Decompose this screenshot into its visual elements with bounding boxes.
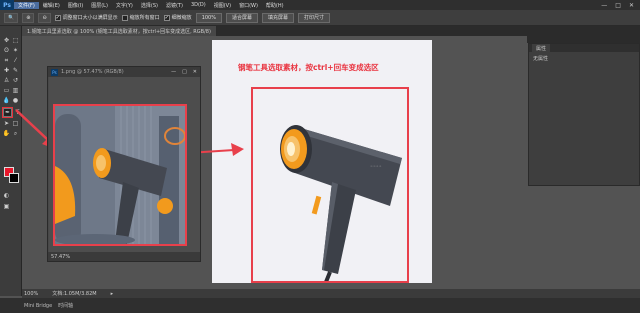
document-tabs: 1.钢笔工具里素选取 @ 100% (钢笔工具选取素材，按ctrl+回车变成选区…: [22, 26, 527, 36]
crop-tool-icon[interactable]: ⌗: [2, 56, 11, 65]
properties-panel-header: 属性: [529, 44, 639, 52]
options-bar: 🔍 ⊕ ⊖ ✓ 调整窗口大小以满屏显示 缩放所有窗口 ✓ 细微缩放 100% 适…: [0, 10, 640, 26]
menu-edit[interactable]: 编辑(E): [39, 2, 64, 9]
brush-tool-icon[interactable]: ✎: [11, 66, 20, 75]
menu-filter[interactable]: 滤镜(T): [162, 2, 187, 9]
minimize-icon[interactable]: —: [171, 69, 176, 75]
healing-brush-icon[interactable]: ✚: [2, 66, 11, 75]
menu-window[interactable]: 窗口(W): [235, 2, 262, 9]
maximize-button[interactable]: □: [615, 2, 621, 9]
zoom-level[interactable]: 100%: [24, 291, 38, 297]
floating-document-window[interactable]: Ps 1.png @ 57.47% (RGB/8) — □ ✕ 57.47%: [47, 66, 201, 262]
floating-window-canvas[interactable]: [49, 77, 200, 253]
ps-doc-icon: Ps: [51, 68, 58, 76]
bottom-panel-bar: Mini Bridge 时间轴: [0, 298, 640, 313]
tools-panel: ✥ ⬚ ʘ ✶ ⌗ ⁄ ✚ ✎ ♙ ↺ ▭ ▥ 💧 ● ✒ T ➤ □ ✋ ⌕ …: [0, 26, 22, 296]
tab-timeline[interactable]: 时间轴: [58, 302, 73, 309]
properties-panel: 属性 无属性: [528, 43, 640, 186]
eyedropper-icon[interactable]: ⁄: [11, 56, 20, 65]
history-brush-icon[interactable]: ↺: [11, 76, 20, 85]
resize-windows-label: 调整窗口大小以满屏显示: [62, 15, 118, 21]
pen-tool-icon[interactable]: ✒: [2, 107, 13, 118]
menu-select[interactable]: 选择(S): [137, 2, 162, 9]
fill-screen-button[interactable]: 填充屏幕: [262, 12, 295, 23]
eraser-icon[interactable]: ▭: [2, 86, 11, 95]
checkbox-checked-icon: ✓: [163, 14, 170, 21]
zoom-in-icon[interactable]: ⊕: [22, 12, 35, 23]
close-button[interactable]: ✕: [629, 2, 634, 9]
magic-wand-icon[interactable]: ✶: [11, 46, 20, 55]
floating-window-title: 1.png @ 57.47% (RGB/8): [61, 69, 124, 75]
zoom-all-windows-label: 缩放所有窗口: [129, 15, 160, 21]
document-info: 文档:1.05M/3.82M: [52, 291, 97, 297]
move-tool-icon[interactable]: ✥: [2, 36, 11, 45]
close-icon[interactable]: ✕: [193, 69, 197, 75]
resize-windows-check[interactable]: ✓ 调整窗口大小以满屏显示: [54, 14, 118, 21]
background-color-swatch[interactable]: [9, 173, 19, 183]
checkbox-checked-icon: ✓: [54, 14, 61, 21]
screen-mode-icon[interactable]: ▣: [2, 202, 11, 211]
photo-scene: [55, 106, 185, 244]
instruction-text: 钢笔工具选取素材，按ctrl+回车变成选区: [238, 63, 379, 72]
menu-3d[interactable]: 3D(D): [187, 2, 210, 8]
tab-mini-bridge[interactable]: Mini Bridge: [24, 303, 52, 309]
blur-tool-icon[interactable]: 💧: [2, 96, 11, 105]
status-bar: 100% 文档:1.05M/3.82M ▸: [22, 289, 640, 298]
panel-dock-strip: [527, 26, 640, 43]
lasso-tool-icon[interactable]: ʘ: [2, 46, 11, 55]
scrubby-zoom-check[interactable]: ✓ 细微缩放: [163, 14, 192, 21]
actual-pixels-button[interactable]: 100%: [195, 12, 222, 23]
zoom-all-windows-check[interactable]: 缩放所有窗口: [121, 14, 160, 21]
menu-file[interactable]: 文件(F): [14, 1, 39, 9]
minimize-button[interactable]: —: [601, 2, 607, 9]
menu-bar: Ps 文件(F) 编辑(E) 图像(I) 图层(L) 文字(Y) 选择(S) 滤…: [0, 0, 640, 10]
zoom-out-icon[interactable]: ⊖: [38, 12, 51, 23]
source-photo: [53, 104, 187, 246]
menu-help[interactable]: 帮助(H): [262, 2, 288, 9]
menu-layer[interactable]: 图层(L): [87, 2, 112, 9]
menu-type[interactable]: 文字(Y): [112, 2, 137, 9]
checkbox-unchecked-icon: [121, 14, 128, 21]
floating-window-titlebar[interactable]: Ps 1.png @ 57.47% (RGB/8) — □ ✕: [48, 67, 200, 77]
tab-document[interactable]: 1.钢笔工具里素选取 @ 100% (钢笔工具选取素材，按ctrl+回车变成选区…: [22, 26, 217, 36]
clone-stamp-icon[interactable]: ♙: [2, 76, 11, 85]
maximize-icon[interactable]: □: [182, 69, 187, 75]
dodge-tool-icon[interactable]: ●: [11, 96, 20, 105]
marquee-tool-icon[interactable]: ⬚: [11, 36, 20, 45]
quick-mask-icon[interactable]: ◐: [2, 191, 11, 200]
hand-tool-icon[interactable]: ✋: [2, 129, 11, 138]
selection-highlight-box: [251, 87, 409, 283]
scrubby-zoom-label: 细微缩放: [171, 15, 192, 21]
menu-image[interactable]: 图像(I): [64, 2, 87, 9]
fit-screen-button[interactable]: 适合屏幕: [225, 12, 258, 23]
path-selection-icon[interactable]: ➤: [2, 119, 11, 128]
floating-window-status: 57.47%: [48, 252, 200, 261]
properties-content: 无属性: [533, 56, 549, 62]
chevron-right-icon[interactable]: ▸: [111, 291, 114, 297]
gradient-icon[interactable]: ▥: [11, 86, 20, 95]
right-panel-empty: [528, 186, 640, 289]
app-logo: Ps: [0, 0, 14, 10]
print-size-button[interactable]: 打印尺寸: [298, 12, 331, 23]
floating-window-controls: — □ ✕: [171, 69, 197, 75]
tab-properties[interactable]: 属性: [532, 44, 551, 52]
zoom-tool-icon[interactable]: 🔍: [4, 12, 19, 23]
menu-view[interactable]: 视图(V): [210, 2, 235, 9]
window-controls: — □ ✕: [601, 2, 640, 9]
